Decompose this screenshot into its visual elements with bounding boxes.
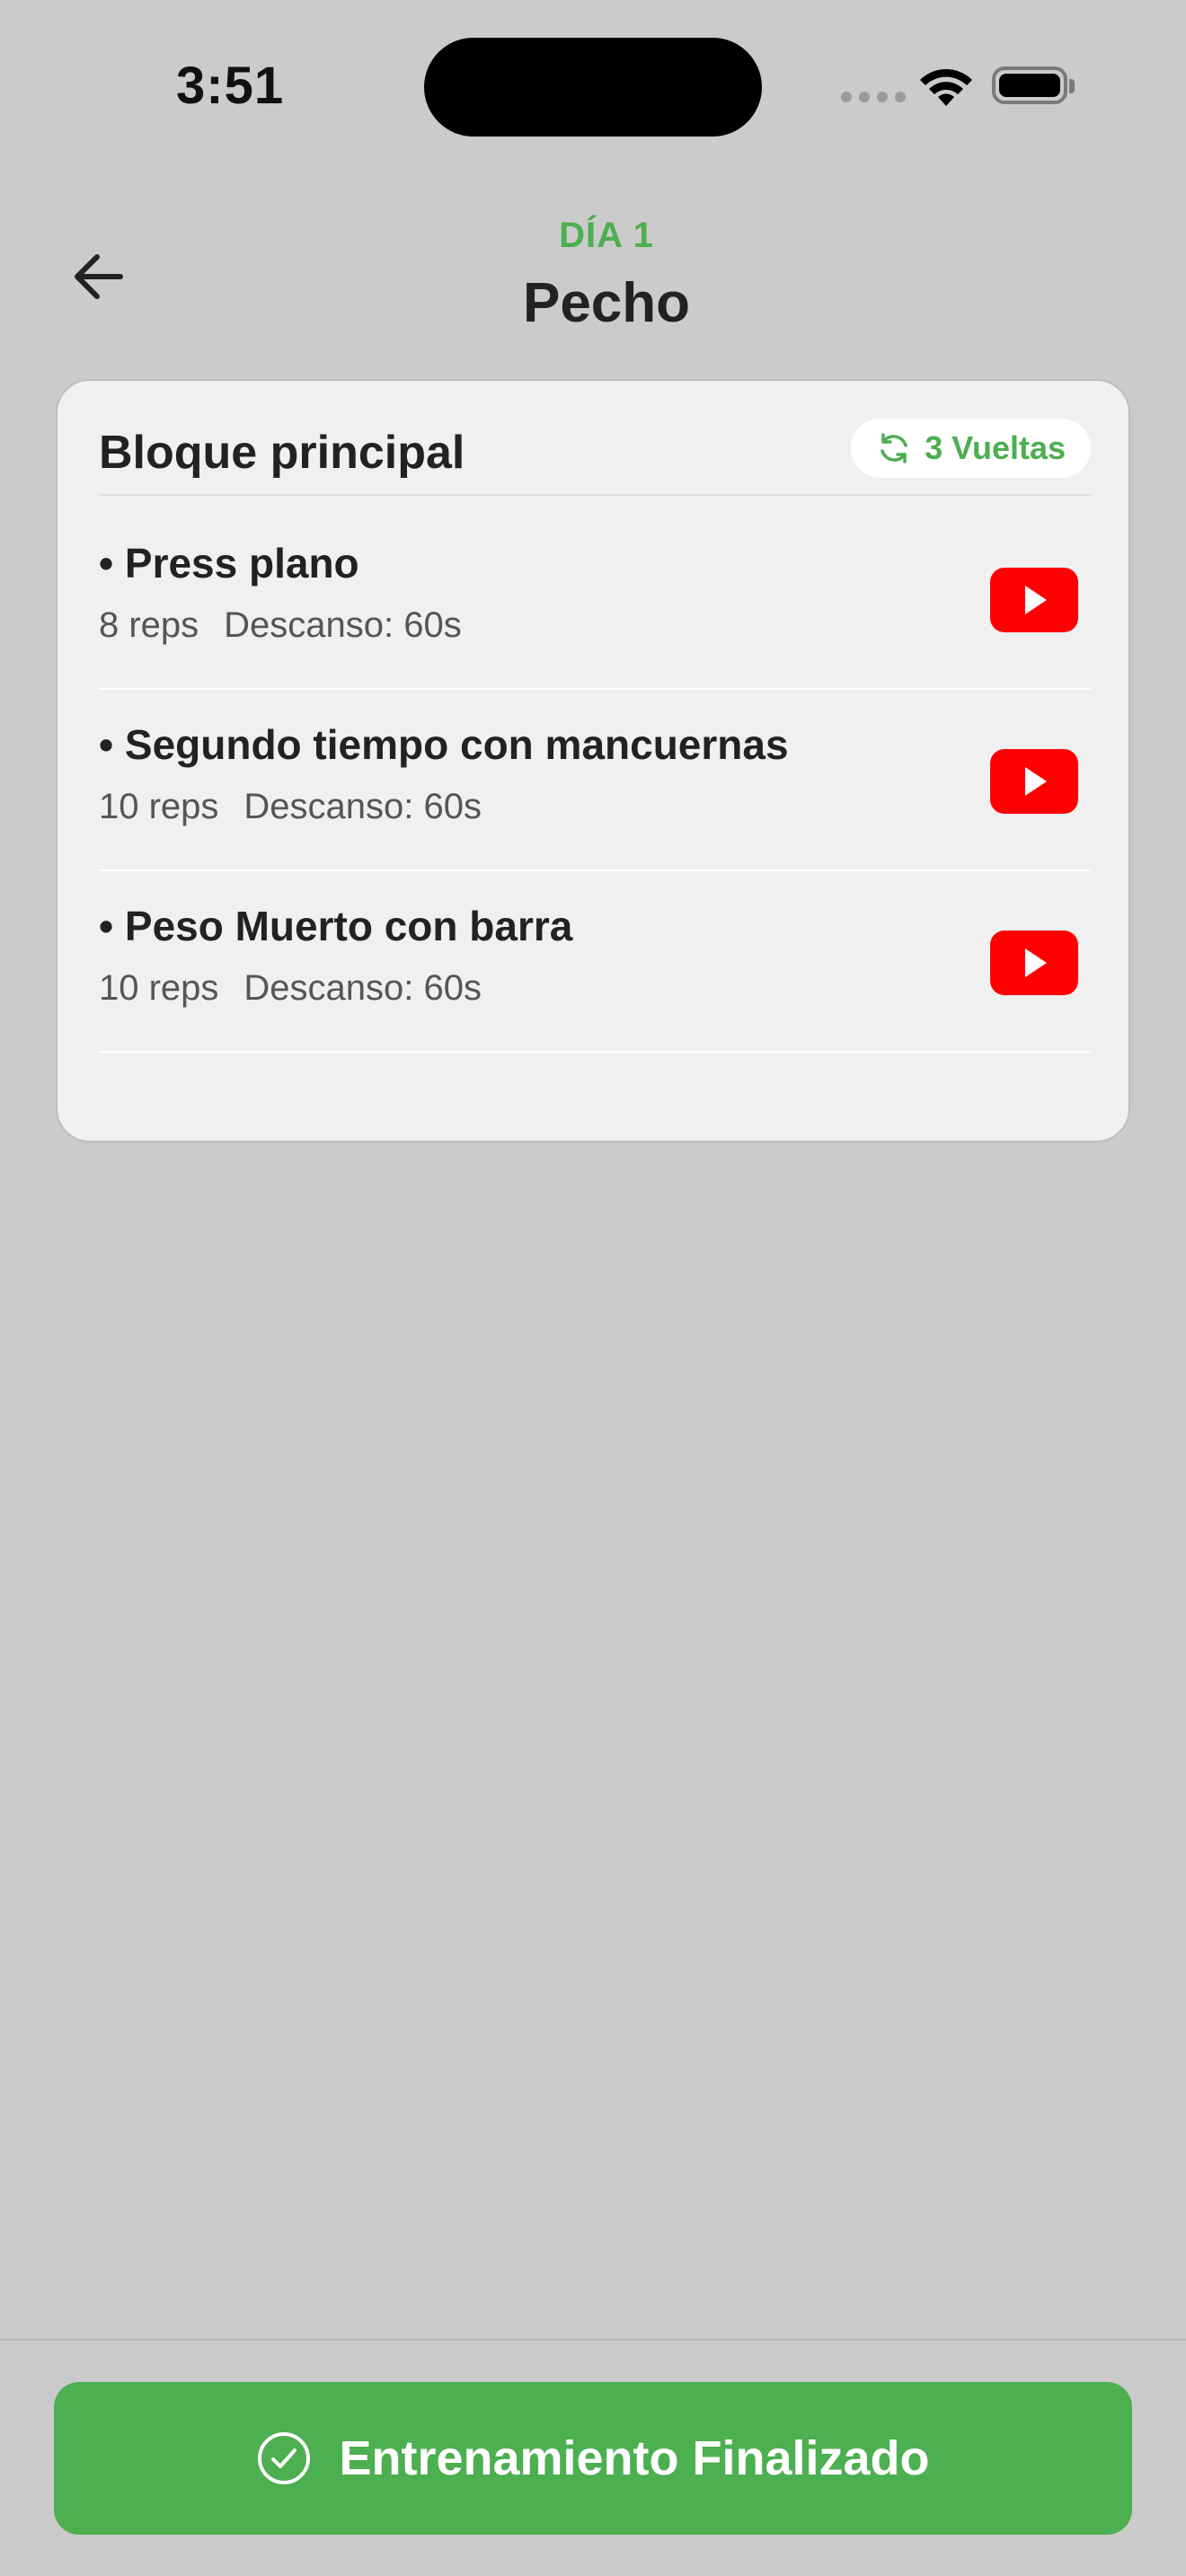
exercise-name: • Peso Muerto con barra (99, 903, 573, 949)
exercise-row: • Segundo tiempo con mancuernas 10 reps D… (99, 690, 1091, 871)
dynamic-island (424, 38, 762, 137)
exercise-list: • Press plano 8 reps Descanso: 60s • Segu… (99, 508, 1091, 1053)
youtube-play-icon (1025, 948, 1047, 977)
youtube-play-icon (1025, 767, 1047, 796)
status-time: 3:51 (176, 57, 285, 115)
refresh-icon (881, 433, 907, 463)
wifi-icon (920, 68, 972, 106)
youtube-video-button[interactable] (990, 931, 1078, 995)
page-title: Pecho (522, 272, 691, 334)
battery-icon (992, 66, 1067, 104)
exercise-row: • Press plano 8 reps Descanso: 60s (99, 508, 1091, 690)
footer-divider (0, 2339, 1186, 2341)
finish-workout-button[interactable]: Entrenamiento Finalizado (54, 2382, 1132, 2535)
rounds-label: 3 Vueltas (925, 429, 1066, 466)
cellular-signal-icon (841, 92, 906, 102)
battery-tip (1069, 79, 1075, 93)
exercise-row: • Peso Muerto con barra 10 reps Descanso:… (99, 871, 1091, 1053)
status-bar: 3:51 (0, 0, 1186, 180)
exercise-meta: 8 reps Descanso: 60s (99, 605, 487, 646)
exercise-name: • Segundo tiempo con mancuernas (99, 721, 789, 768)
finish-workout-label: Entrenamiento Finalizado (339, 2431, 930, 2485)
exercise-meta: 10 reps Descanso: 60s (99, 787, 507, 827)
block-card: Bloque principal 3 Vueltas • Press plano… (56, 379, 1130, 1142)
exercise-rest: Descanso: 60s (224, 605, 462, 645)
exercise-reps: 8 reps (99, 605, 199, 645)
exercise-name: • Press plano (99, 540, 359, 587)
block-header: Bloque principal 3 Vueltas (99, 413, 1091, 496)
exercise-reps: 10 reps (99, 968, 219, 1008)
exercise-meta: 10 reps Descanso: 60s (99, 968, 507, 1009)
exercise-rest: Descanso: 60s (243, 787, 482, 826)
exercise-rest: Descanso: 60s (243, 968, 482, 1008)
youtube-play-icon (1025, 586, 1047, 614)
day-label: DÍA 1 (559, 216, 654, 255)
block-title: Bloque principal (99, 427, 465, 479)
rounds-badge: 3 Vueltas (851, 419, 1091, 478)
check-circle-icon (258, 2432, 311, 2484)
youtube-video-button[interactable] (990, 568, 1078, 632)
youtube-video-button[interactable] (990, 749, 1078, 814)
exercise-reps: 10 reps (99, 787, 219, 826)
